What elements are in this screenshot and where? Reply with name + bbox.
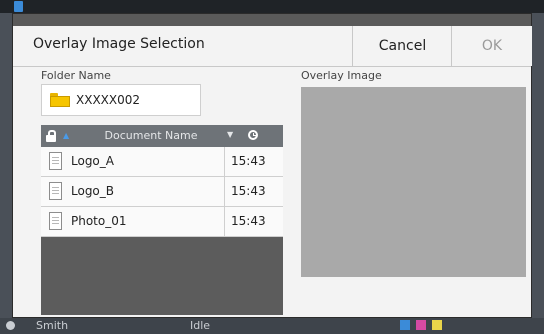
lock-icon[interactable] — [46, 130, 56, 142]
ok-button[interactable]: OK — [451, 26, 532, 66]
background-right-panel — [532, 13, 544, 318]
overlay-image-preview — [301, 87, 526, 277]
table-row[interactable]: Logo_B 15:43 — [41, 177, 283, 207]
row-name: Logo_A — [71, 154, 114, 168]
overlay-image-selection-dialog: Overlay Image Selection Cancel OK Folder… — [12, 13, 532, 318]
folder-name-field[interactable]: XXXXX002 — [41, 84, 201, 116]
sort-ascending-icon: ▲ — [63, 131, 70, 140]
table-header: ▲ Document Name ▼ — [41, 125, 283, 147]
document-icon — [49, 152, 62, 170]
row-time: 15:43 — [231, 214, 266, 228]
document-icon — [49, 182, 62, 200]
status-user: Smith — [36, 319, 69, 332]
folder-icon — [50, 93, 70, 107]
toner-swatches — [400, 320, 442, 330]
status-state: Idle — [190, 319, 211, 332]
sort-descending-icon: ▼ — [227, 130, 234, 139]
row-time: 15:43 — [231, 184, 266, 198]
clock-icon[interactable] — [248, 130, 258, 140]
folder-name-value: XXXXX002 — [76, 93, 141, 107]
background-status-bar — [0, 318, 544, 334]
folder-name-label: Folder Name — [41, 69, 111, 82]
column-header-document-name[interactable]: Document Name — [71, 129, 231, 142]
document-icon — [49, 212, 62, 230]
cancel-button[interactable]: Cancel — [352, 26, 452, 66]
row-name: Logo_B — [71, 184, 115, 198]
table-row[interactable]: Logo_A 15:43 — [41, 147, 283, 177]
dialog-title: Overlay Image Selection — [33, 36, 205, 52]
document-table: ▲ Document Name ▼ Logo_A 15:43 Logo_B 15… — [41, 125, 283, 315]
overlay-image-label: Overlay Image — [301, 69, 382, 82]
background-top-bar — [0, 0, 544, 13]
row-name: Photo_01 — [71, 214, 127, 228]
user-icon — [6, 321, 15, 330]
app-icon — [14, 1, 23, 12]
dialog-content: Folder Name XXXXX002 ▲ Document Name ▼ L… — [13, 67, 531, 317]
table-row[interactable]: Photo_01 15:43 — [41, 207, 283, 237]
background-left-panel — [0, 13, 12, 318]
row-time: 15:43 — [231, 154, 266, 168]
dialog-title-bar: Overlay Image Selection Cancel OK — [13, 26, 532, 67]
